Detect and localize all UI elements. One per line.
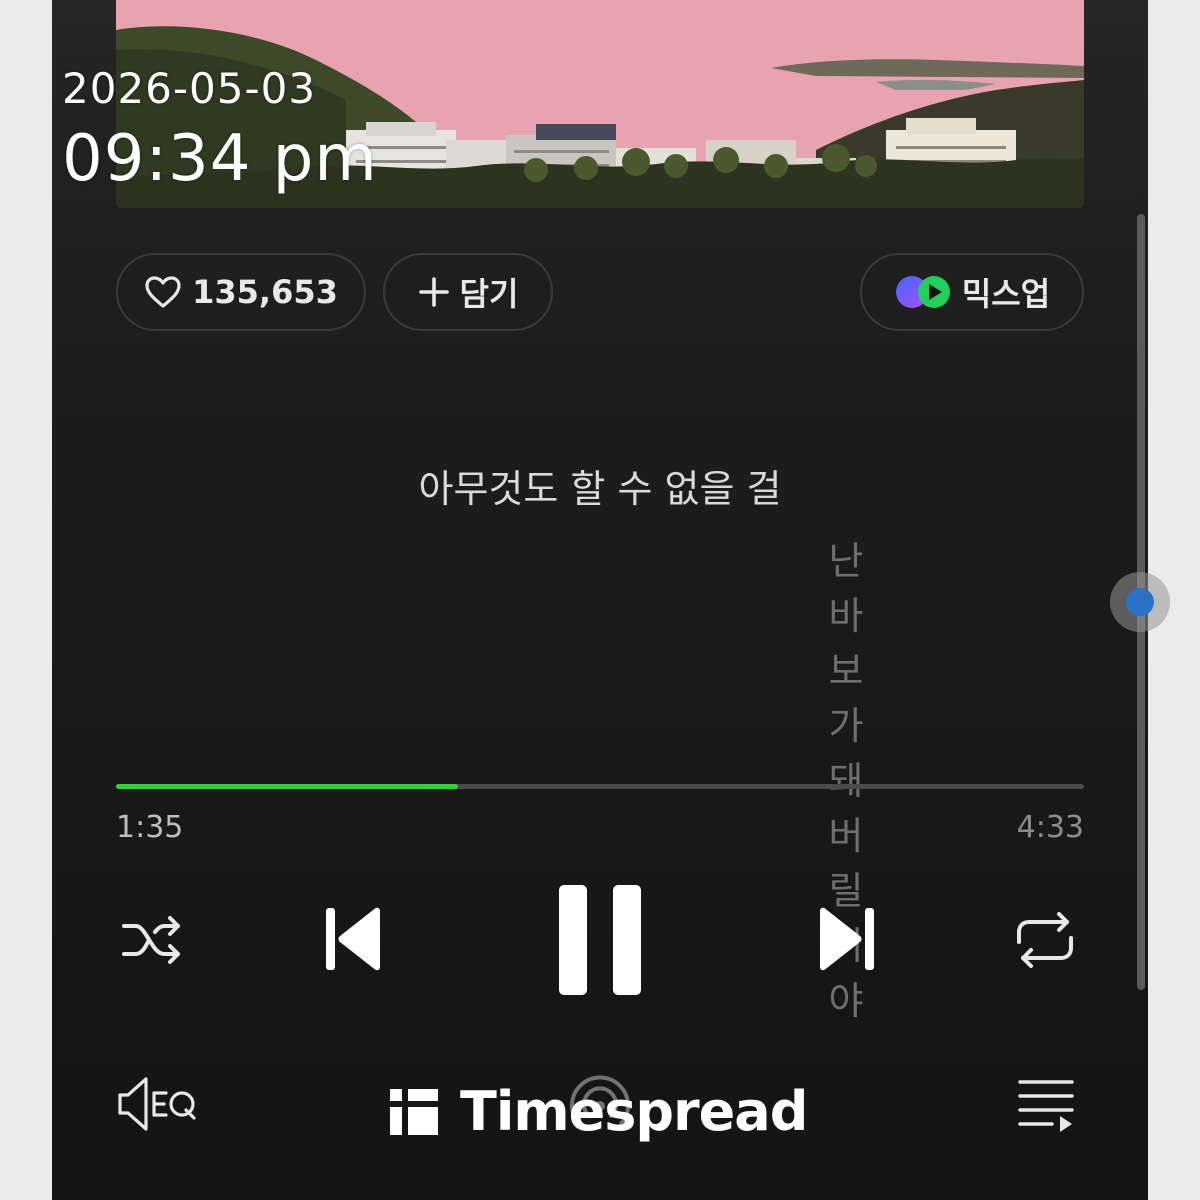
- previous-track-button[interactable]: [322, 904, 386, 974]
- watermark-text: Timespread: [460, 1080, 808, 1143]
- add-to-playlist-button[interactable]: 담기: [383, 253, 553, 331]
- equalizer-icon: [118, 1077, 196, 1131]
- next-track-button[interactable]: [814, 904, 878, 974]
- heart-icon: [144, 275, 182, 309]
- timestamp-date: 2026-05-03: [62, 64, 317, 113]
- timespread-logo-icon: [390, 1088, 438, 1135]
- shuffle-button[interactable]: [118, 908, 188, 972]
- skip-next-icon: [820, 907, 874, 971]
- repeat-icon: [1017, 912, 1073, 968]
- pause-button[interactable]: [552, 882, 648, 998]
- mixup-label: 믹스업: [961, 275, 1051, 313]
- assistive-touch-dot: [1126, 588, 1154, 616]
- equalizer-button[interactable]: [116, 1072, 198, 1136]
- total-time: 4:33: [1016, 810, 1084, 845]
- elapsed-time: 1:35: [116, 810, 184, 845]
- like-count: 135,653: [192, 273, 338, 311]
- timestamp-time: 09:34 pm: [62, 122, 378, 196]
- mixup-icon: [894, 274, 952, 310]
- progress-fill: [116, 784, 458, 789]
- progress-bar[interactable]: [116, 784, 1084, 789]
- playlist-icon: [1018, 1080, 1074, 1132]
- playlist-button[interactable]: [1014, 1074, 1078, 1134]
- plus-icon: [418, 276, 450, 308]
- like-button[interactable]: 135,653: [116, 253, 366, 331]
- repeat-button[interactable]: [1010, 908, 1080, 972]
- add-label: 담기: [459, 275, 519, 313]
- shuffle-icon: [122, 916, 180, 964]
- mixup-button[interactable]: 믹스업: [860, 253, 1084, 331]
- skip-previous-icon: [326, 907, 380, 971]
- lyric-current-line[interactable]: 아무것도 할 수 없을 걸: [52, 458, 1148, 513]
- player-screen: 2026-05-03 09:34 pm 135,653 담기 믹스업 아무것도 …: [52, 0, 1148, 1200]
- lyric-next-line[interactable]: 난 바보가 돼버릴거야: [814, 530, 878, 1023]
- pause-icon: [559, 885, 641, 995]
- watermark: Timespread: [390, 1080, 808, 1143]
